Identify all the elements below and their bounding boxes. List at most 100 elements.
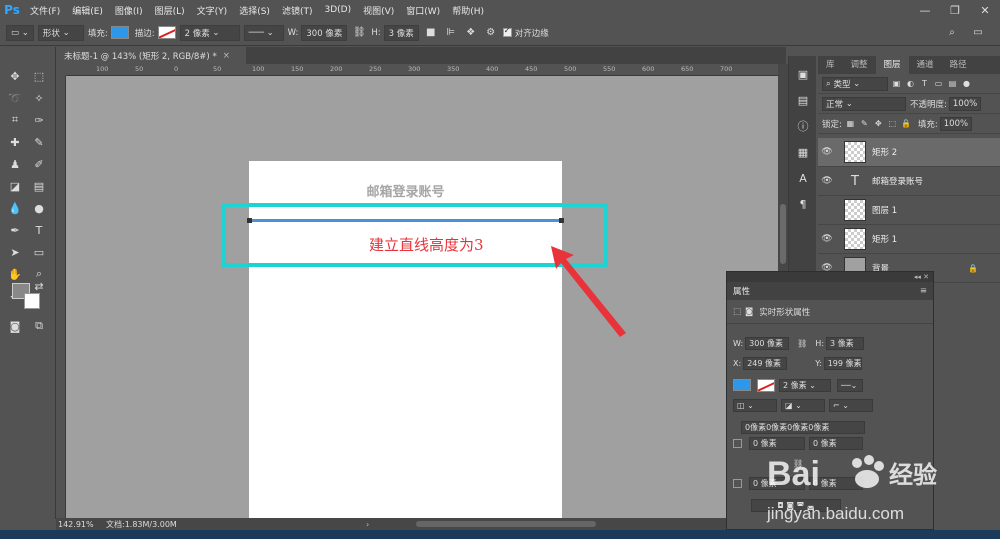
menu-file[interactable]: 文件(F) — [24, 4, 66, 17]
corner-bl-input[interactable]: 0 像素 — [749, 476, 805, 490]
filter-shape-icon[interactable]: ▭ — [933, 78, 944, 89]
healing-brush-tool-icon[interactable]: ✚ — [6, 133, 24, 151]
lock-artboard-icon[interactable]: ⬚ — [887, 118, 898, 129]
tool-preset-picker[interactable]: ▭ ⌄ — [6, 24, 34, 41]
menu-window[interactable]: 窗口(W) — [400, 4, 446, 17]
filter-pixel-icon[interactable]: ▣ — [891, 78, 902, 89]
path-operations-icon[interactable]: ■ — [423, 25, 439, 41]
pen-tool-icon[interactable]: ✒ — [6, 221, 24, 239]
horizontal-scrollbar[interactable] — [416, 521, 596, 527]
link-icon[interactable]: ⛓ — [351, 25, 367, 41]
menu-view[interactable]: 视图(V) — [357, 4, 400, 17]
align-edges-checkbox[interactable] — [502, 26, 512, 37]
menu-edit[interactable]: 编辑(E) — [66, 4, 109, 17]
vertical-scroll-thumb[interactable] — [780, 204, 786, 264]
quick-mask-icon[interactable]: ◙ — [6, 317, 24, 335]
lock-position-icon[interactable]: ✥ — [873, 118, 884, 129]
link-icon[interactable]: ⛓ — [797, 339, 807, 348]
properties-collapse-icon[interactable]: ◂◂ ✕ — [727, 272, 933, 282]
corner-radius-combined-input[interactable]: 0像素0像素0像素0像素 — [741, 420, 865, 434]
type-tool-icon[interactable]: T — [30, 221, 48, 239]
path-operations-buttons[interactable]: ◘ ◙ ◚ ◛ — [751, 498, 841, 512]
blur-tool-icon[interactable]: 💧 — [6, 199, 24, 217]
corner-tl-checkbox[interactable] — [733, 438, 742, 448]
layer-row[interactable]: 👁 矩形 1 — [818, 225, 1000, 254]
rectangle-tool-icon[interactable]: ▭ — [30, 243, 48, 261]
layer-row[interactable]: 👁 T 邮箱登录账号 — [818, 167, 1000, 196]
crop-tool-icon[interactable]: ⌗ — [6, 111, 24, 129]
dodge-tool-icon[interactable]: ● — [30, 199, 48, 217]
prop-x-input[interactable]: 249 像素 — [743, 356, 788, 370]
menu-layer[interactable]: 图层(L) — [149, 4, 191, 17]
stroke-type-select[interactable]: ─── ⌄ — [243, 24, 284, 41]
width-input[interactable]: 300 像素 — [301, 24, 348, 41]
magic-wand-tool-icon[interactable]: ✧ — [30, 89, 48, 107]
visibility-eye-icon[interactable]: 👁 — [818, 176, 836, 186]
move-tool-icon[interactable]: ✥ — [6, 67, 24, 85]
menu-type[interactable]: 文字(Y) — [191, 4, 234, 17]
close-tab-icon[interactable]: × — [223, 51, 230, 61]
corner-link-icon[interactable]: ⛓ — [793, 459, 803, 468]
fill-color-swatch[interactable] — [110, 26, 129, 39]
status-arrow-icon[interactable]: › — [366, 520, 369, 529]
maximize-icon[interactable]: ❐ — [940, 0, 970, 20]
lock-transparency-icon[interactable]: ▦ — [845, 118, 856, 129]
corner-tr-input[interactable]: 0 像素 — [809, 436, 863, 450]
close-icon[interactable]: ✕ — [970, 0, 1000, 20]
workspace-icon[interactable]: ▭ — [970, 25, 986, 41]
document-size[interactable]: 文档:1.83M/3.00M — [106, 519, 216, 530]
history-icon[interactable]: ▣ — [795, 66, 811, 82]
menu-filter[interactable]: 滤镜(T) — [276, 4, 319, 17]
stroke-corners-select[interactable]: ⌐ ⌄ — [829, 398, 873, 412]
paragraph-icon[interactable]: ¶ — [795, 196, 811, 212]
history-brush-tool-icon[interactable]: ✐ — [30, 155, 48, 173]
search-icon[interactable]: ⌕ — [944, 25, 960, 41]
tab-layers[interactable]: 图层 — [875, 56, 909, 74]
menu-select[interactable]: 选择(S) — [233, 4, 276, 17]
visibility-eye-icon[interactable]: 👁 — [818, 234, 836, 244]
corner-bl-checkbox[interactable] — [733, 478, 742, 488]
zoom-level[interactable]: 142.91% — [56, 520, 106, 529]
prop-width-input[interactable]: 300 像素 — [745, 336, 790, 350]
lasso-tool-icon[interactable]: ➰ — [6, 89, 24, 107]
corner-br-input[interactable]: 0 像素 — [809, 476, 863, 490]
info-icon[interactable]: ⓘ — [795, 118, 811, 134]
clone-stamp-tool-icon[interactable]: ♟ — [6, 155, 24, 173]
filter-toggle-icon[interactable]: ● — [961, 78, 972, 89]
opacity-input[interactable]: 100% — [948, 96, 982, 111]
menu-image[interactable]: 图像(I) — [109, 4, 149, 17]
prop-height-input[interactable]: 3 像素 — [826, 336, 865, 350]
tab-channels[interactable]: 通道 — [909, 56, 942, 74]
blend-mode-select[interactable]: 正常 ⌄ — [822, 96, 906, 111]
gradient-tool-icon[interactable]: ▤ — [30, 177, 48, 195]
layer-filter-select[interactable]: ⌕ 类型 ⌄ — [822, 76, 888, 91]
prop-stroke-width-input[interactable]: 2 像素 ⌄ — [779, 378, 831, 392]
marquee-tool-icon[interactable]: ⬚ — [30, 67, 48, 85]
stroke-color-swatch[interactable] — [157, 26, 176, 39]
eraser-tool-icon[interactable]: ◪ — [6, 177, 24, 195]
background-color-swatch[interactable] — [24, 293, 40, 309]
lock-all-icon[interactable]: 🔒 — [901, 118, 912, 129]
filter-type-icon[interactable]: T — [919, 78, 930, 89]
path-alignment-icon[interactable]: ⊫ — [443, 25, 459, 41]
path-selection-tool-icon[interactable]: ➤ — [6, 243, 24, 261]
panel-menu-icon[interactable]: ≡ — [920, 286, 927, 296]
canvas-area[interactable]: 邮箱登录账号 建立直线高度为3 — [66, 76, 778, 518]
path-arrangement-icon[interactable]: ❖ — [463, 25, 479, 41]
tab-adjustments[interactable]: 调整 — [843, 56, 876, 74]
hand-tool-icon[interactable]: ✋ — [6, 265, 24, 283]
properties-icon[interactable]: ▤ — [795, 92, 811, 108]
menu-3d[interactable]: 3D(D) — [318, 5, 357, 15]
document-tab[interactable]: 未标题-1 @ 143% (矩形 2, RGB/8#) * × — [56, 47, 246, 64]
tab-library[interactable]: 库 — [818, 56, 843, 74]
layer-row[interactable]: 图层 1 — [818, 196, 1000, 225]
stroke-align-select[interactable]: ◫ ⌄ — [733, 398, 777, 412]
gear-icon[interactable]: ⚙ — [483, 25, 499, 41]
prop-stroke-type-select[interactable]: ──⌄ — [837, 378, 863, 392]
tab-paths[interactable]: 路径 — [942, 56, 975, 74]
filter-adjustment-icon[interactable]: ◐ — [905, 78, 916, 89]
prop-fill-swatch[interactable] — [733, 379, 751, 391]
eyedropper-tool-icon[interactable]: ✑ — [30, 111, 48, 129]
layer-row[interactable]: 👁 矩形 2 — [818, 138, 1000, 167]
prop-y-input[interactable]: 199 像素 — [823, 356, 862, 370]
